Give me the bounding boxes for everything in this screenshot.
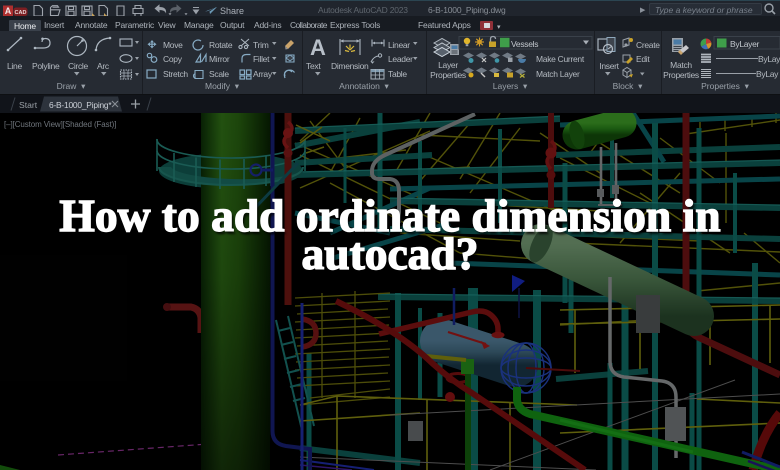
svg-text:Share: Share <box>220 6 244 16</box>
svg-text:A: A <box>310 35 326 60</box>
svg-text:A: A <box>5 6 12 16</box>
